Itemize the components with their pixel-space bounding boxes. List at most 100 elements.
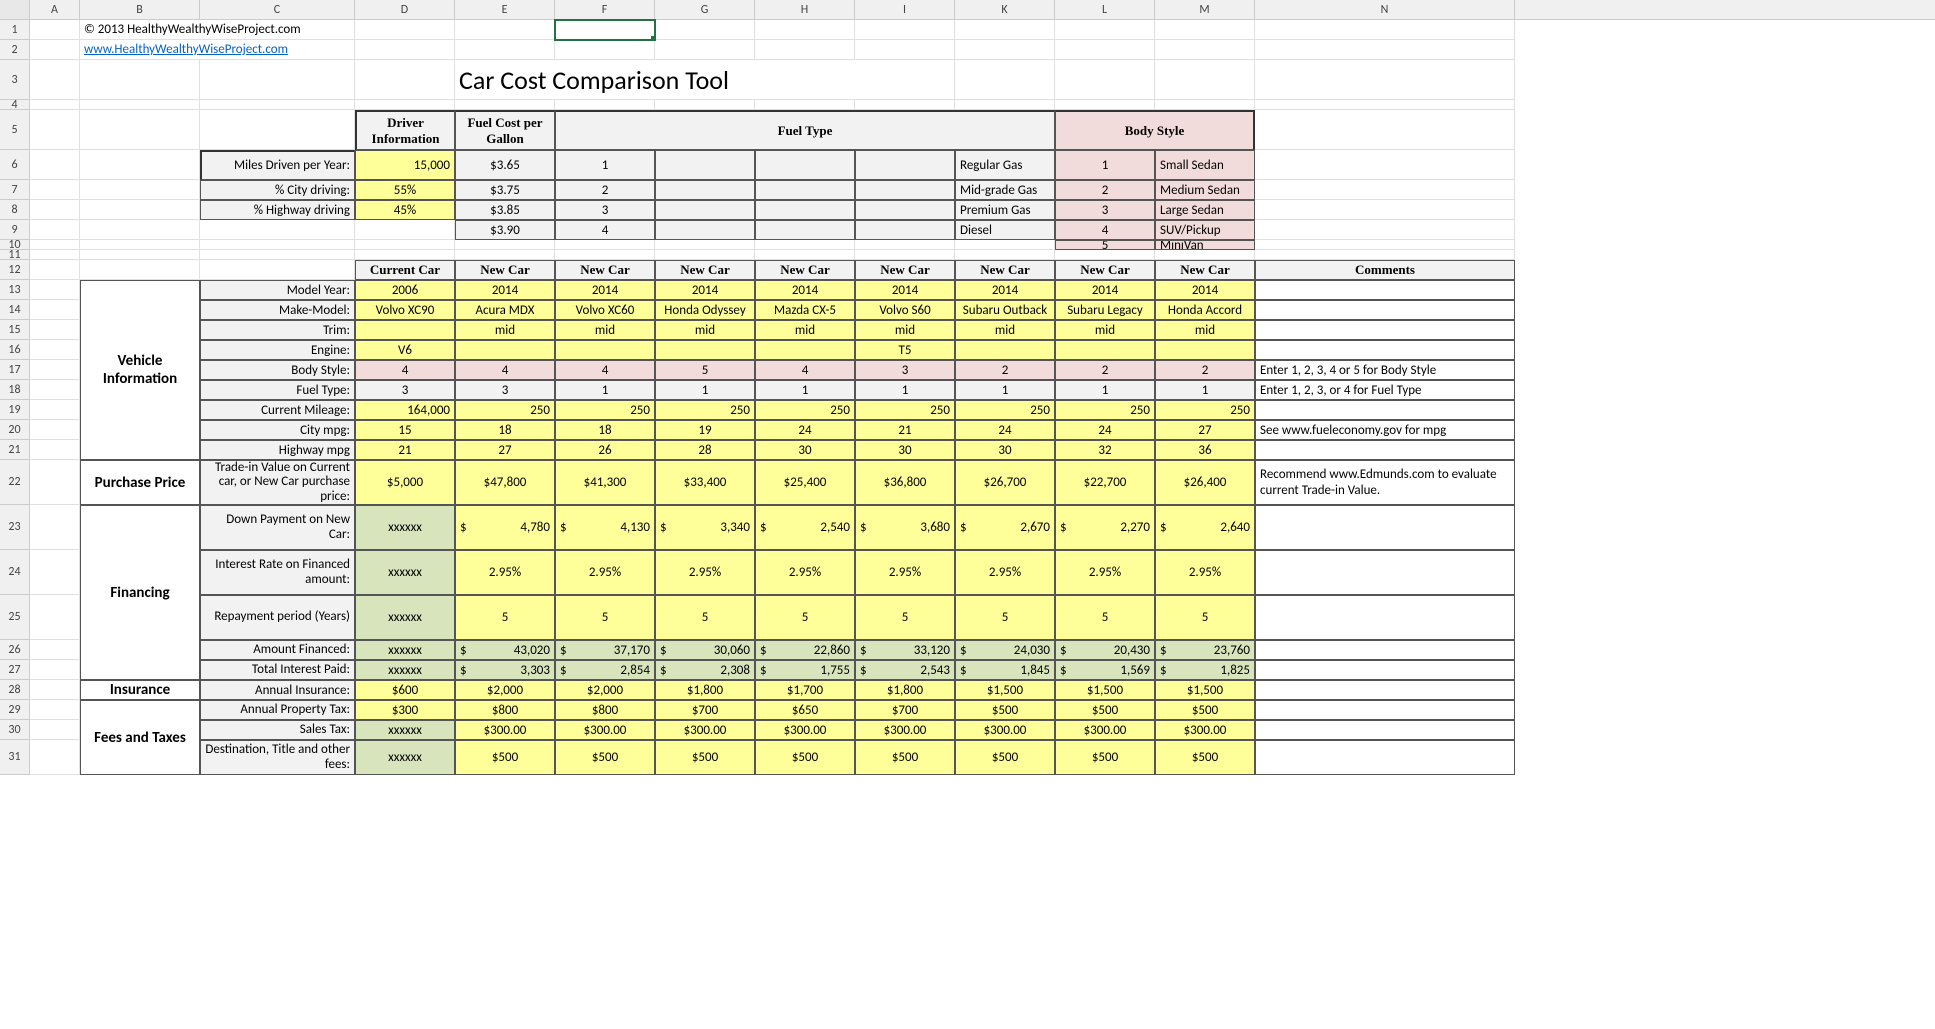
val-bodyStyle-7[interactable]: 2 [1055,360,1155,380]
val-mileage-8[interactable]: 250 [1155,400,1255,420]
cell-r2[interactable] [755,40,855,60]
cell-r2[interactable] [655,40,755,60]
val-repay-0[interactable]: xxxxxx [355,595,455,640]
val-engine-2[interactable] [555,340,655,360]
val-trim-2[interactable]: mid [555,320,655,340]
val-salesTax-2[interactable]: $300.00 [555,720,655,740]
cell-81[interactable] [855,20,955,40]
val-fuelType-7[interactable]: 1 [1055,380,1155,400]
row-header-6[interactable]: 6 [0,150,30,180]
val-financed-8[interactable]: $23,760 [1155,640,1255,660]
cell-A2[interactable] [30,40,80,60]
val-fuelType-1[interactable]: 3 [455,380,555,400]
val-modelYear-2[interactable]: 2014 [555,280,655,300]
spreadsheet-grid[interactable]: © 2013 HealthyWealthyWiseProject.comwww.… [30,20,1515,775]
row-header-2[interactable]: 2 [0,40,30,60]
val-destFee-6[interactable]: $500 [955,740,1055,775]
cell-r3[interactable] [355,60,455,100]
val-financed-1[interactable]: $43,020 [455,640,555,660]
cell-r2[interactable] [355,40,455,60]
val-repay-3[interactable]: 5 [655,595,755,640]
val-downPay-2[interactable]: $4,130 [555,505,655,550]
val-makeModel-5[interactable]: Volvo S60 [855,300,955,320]
col-header-B[interactable]: B [80,0,200,19]
val-propTax-4[interactable]: $650 [755,700,855,720]
val-modelYear-0[interactable]: 2006 [355,280,455,300]
val-bodyStyle-6[interactable]: 2 [955,360,1055,380]
val-destFee-2[interactable]: $500 [555,740,655,775]
val-propTax-3[interactable]: $700 [655,700,755,720]
col-header-I[interactable]: I [855,0,955,19]
row-header-3[interactable]: 3 [0,60,30,100]
val-hwyMpg-1[interactable]: 27 [455,440,555,460]
val-modelYear-6[interactable]: 2014 [955,280,1055,300]
row-header-4[interactable]: 4 [0,100,30,110]
row-header-15[interactable]: 15 [0,320,30,340]
val-fuelType-5[interactable]: 1 [855,380,955,400]
val-cityMpg-1[interactable]: 18 [455,420,555,440]
driver-val-city[interactable]: 55% [355,180,455,200]
cell-r2[interactable] [1055,40,1155,60]
val-makeModel-8[interactable]: Honda Accord [1155,300,1255,320]
val-salesTax-4[interactable]: $300.00 [755,720,855,740]
col-header-C[interactable]: C [200,0,355,19]
val-financed-2[interactable]: $37,170 [555,640,655,660]
val-repay-4[interactable]: 5 [755,595,855,640]
val-salesTax-8[interactable]: $300.00 [1155,720,1255,740]
val-insurance-3[interactable]: $1,800 [655,680,755,700]
cell-121[interactable] [1255,20,1515,40]
val-modelYear-7[interactable]: 2014 [1055,280,1155,300]
val-trim-3[interactable]: mid [655,320,755,340]
val-bodyStyle-0[interactable]: 4 [355,360,455,380]
val-modelYear-8[interactable]: 2014 [1155,280,1255,300]
val-trim-7[interactable]: mid [1055,320,1155,340]
row-header-24[interactable]: 24 [0,550,30,595]
cell-r2[interactable] [455,40,555,60]
row-header-1[interactable]: 1 [0,20,30,40]
cell-101[interactable] [1055,20,1155,40]
val-modelYear-3[interactable]: 2014 [655,280,755,300]
val-tradeIn-6[interactable]: $26,700 [955,460,1055,505]
val-trim-1[interactable]: mid [455,320,555,340]
val-cityMpg-2[interactable]: 18 [555,420,655,440]
col-header-D[interactable]: D [355,0,455,19]
cell-r3[interactable] [30,60,80,100]
val-bodyStyle-8[interactable]: 2 [1155,360,1255,380]
val-fuelType-6[interactable]: 1 [955,380,1055,400]
val-repay-2[interactable]: 5 [555,595,655,640]
val-hwyMpg-4[interactable]: 30 [755,440,855,460]
val-destFee-8[interactable]: $500 [1155,740,1255,775]
row-header-31[interactable]: 31 [0,740,30,775]
val-engine-1[interactable] [455,340,555,360]
val-insurance-6[interactable]: $1,500 [955,680,1055,700]
val-propTax-8[interactable]: $500 [1155,700,1255,720]
val-mileage-4[interactable]: 250 [755,400,855,420]
val-propTax-0[interactable]: $300 [355,700,455,720]
val-hwyMpg-3[interactable]: 28 [655,440,755,460]
cell-r3b[interactable] [1055,60,1155,100]
val-financed-3[interactable]: $30,060 [655,640,755,660]
val-interest-7[interactable]: 2.95% [1055,550,1155,595]
val-hwyMpg-7[interactable]: 32 [1055,440,1155,460]
cell-E1[interactable] [455,20,555,40]
val-interest-6[interactable]: 2.95% [955,550,1055,595]
val-tradeIn-5[interactable]: $36,800 [855,460,955,505]
cell-r3[interactable] [200,60,355,100]
row-header-27[interactable]: 27 [0,660,30,680]
val-makeModel-6[interactable]: Subaru Outback [955,300,1055,320]
val-tradeIn-3[interactable]: $33,400 [655,460,755,505]
val-cityMpg-6[interactable]: 24 [955,420,1055,440]
col-header-F[interactable]: F [555,0,655,19]
row-header-26[interactable]: 26 [0,640,30,660]
val-destFee-1[interactable]: $500 [455,740,555,775]
val-downPay-3[interactable]: $3,340 [655,505,755,550]
val-salesTax-3[interactable]: $300.00 [655,720,755,740]
val-destFee-0[interactable]: xxxxxx [355,740,455,775]
val-destFee-7[interactable]: $500 [1055,740,1155,775]
val-insurance-7[interactable]: $1,500 [1055,680,1155,700]
val-makeModel-7[interactable]: Subaru Legacy [1055,300,1155,320]
cell-r2[interactable] [555,40,655,60]
corner-cell[interactable] [0,0,30,19]
cell-111[interactable] [1155,20,1255,40]
val-financed-0[interactable]: xxxxxx [355,640,455,660]
